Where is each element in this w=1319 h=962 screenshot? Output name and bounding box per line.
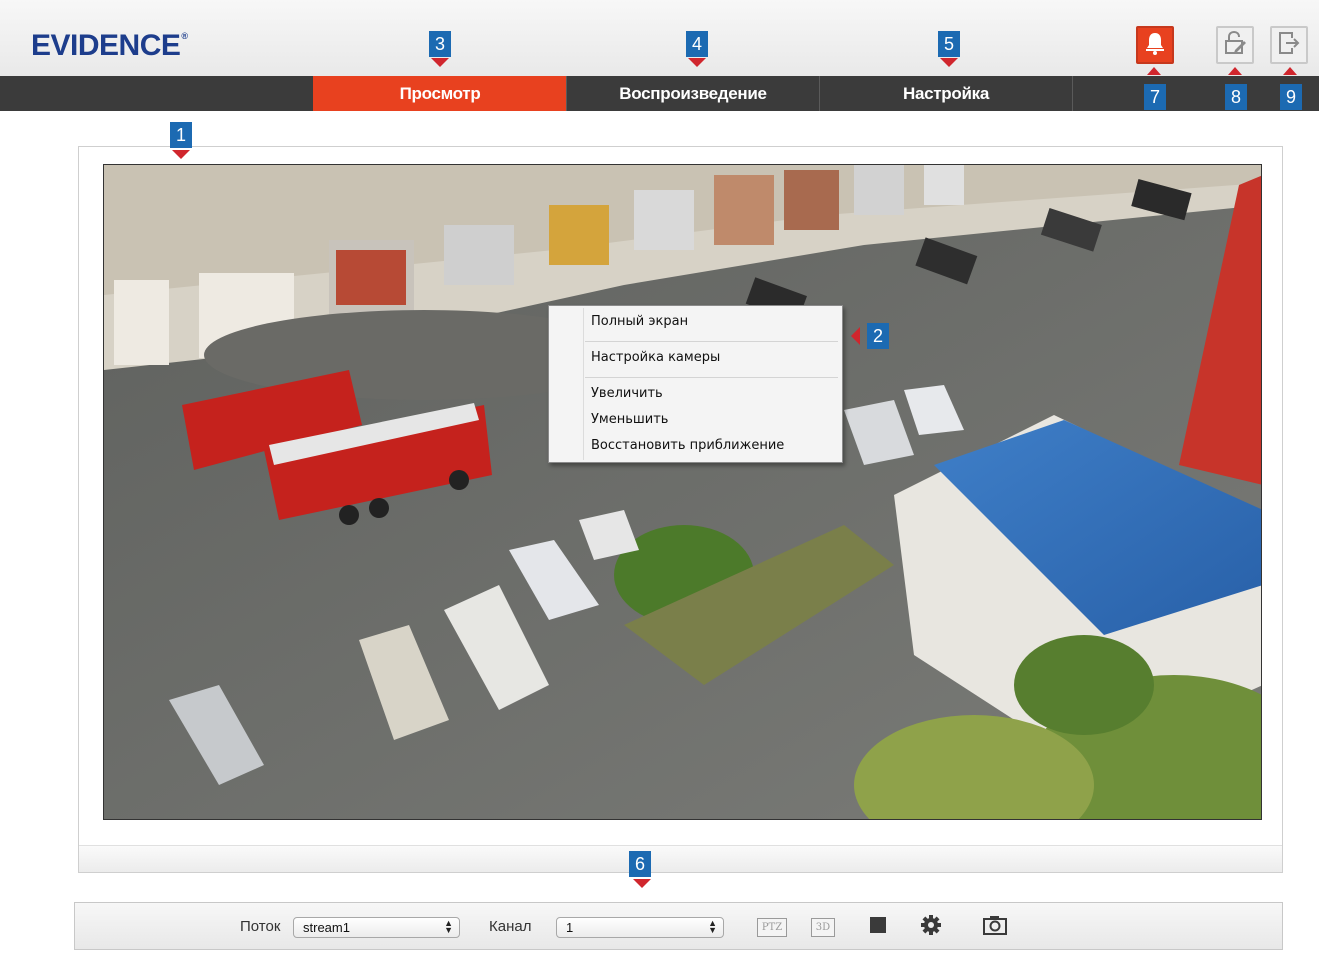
live-video-scene (104, 165, 1261, 819)
record-button[interactable] (869, 916, 887, 939)
header: EVIDENCE® (0, 0, 1319, 76)
gear-icon (921, 914, 941, 940)
snapshot-button[interactable] (983, 915, 1007, 940)
stream-select[interactable]: stream1 ▲ ▼ (293, 917, 460, 938)
menu-gutter (583, 308, 584, 460)
select-arrows-icon: ▲ ▼ (444, 918, 453, 935)
change-password-button[interactable] (1216, 26, 1254, 64)
channel-select[interactable]: 1 ▲ ▼ (556, 917, 724, 938)
tab-view[interactable]: Просмотр (313, 76, 566, 111)
callout-1: 1 (170, 122, 192, 148)
callout-3: 3 (429, 31, 451, 57)
callout-5-arrow (940, 58, 958, 67)
callout-7-arrow (1147, 67, 1161, 75)
channel-select-value: 1 (566, 920, 574, 935)
callout-1-arrow (172, 150, 190, 159)
menu-item-zoom-out[interactable]: Уменьшить (591, 409, 668, 431)
logo: EVIDENCE® (31, 29, 188, 62)
tab-playback[interactable]: Воспроизведение (566, 76, 819, 111)
callout-9-arrow (1283, 67, 1297, 75)
ptz-button[interactable]: PTZ (757, 917, 787, 937)
logout-icon (1277, 30, 1301, 61)
callout-6: 6 (629, 851, 651, 877)
bell-icon (1144, 31, 1166, 60)
video-context-menu: Полный экран Настройка камеры Увеличить … (548, 305, 843, 463)
menu-separator (585, 377, 838, 378)
stream-select-value: stream1 (303, 920, 350, 935)
callout-3-arrow (431, 58, 449, 67)
callout-8-arrow (1228, 67, 1242, 75)
callout-9: 9 (1280, 84, 1302, 110)
callout-2-arrow (851, 327, 860, 345)
stop-record-icon (869, 916, 887, 939)
callout-8: 8 (1225, 84, 1247, 110)
nav-divider (1072, 76, 1073, 111)
callout-4-arrow (688, 58, 706, 67)
ptz-icon: PTZ (757, 917, 787, 937)
select-arrows-icon: ▲ ▼ (708, 918, 717, 935)
menu-item-zoom-in[interactable]: Увеличить (591, 383, 663, 405)
callout-7: 7 (1144, 84, 1166, 110)
stream-label: Поток (240, 918, 281, 935)
menu-item-camera-settings[interactable]: Настройка камеры (591, 347, 720, 369)
channel-label: Канал (489, 918, 532, 935)
callout-4: 4 (686, 31, 708, 57)
callout-6-arrow (633, 879, 651, 888)
callout-2: 2 (867, 323, 889, 349)
menu-item-reset-zoom[interactable]: Восстановить приближение (591, 435, 784, 457)
3d-positioning-button[interactable]: 3D (811, 917, 835, 937)
camera-icon (983, 915, 1007, 940)
image-settings-button[interactable] (921, 914, 941, 940)
main-nav: Просмотр Воспроизведение Настройка (0, 76, 1319, 111)
menu-item-fullscreen[interactable]: Полный экран (591, 311, 688, 333)
app-root: EVIDENCE® Просмотр Воспроизведение Настр… (0, 0, 1319, 962)
logout-button[interactable] (1270, 26, 1308, 64)
live-video[interactable] (103, 164, 1262, 820)
menu-separator (585, 341, 838, 342)
alarm-button[interactable] (1136, 26, 1174, 64)
video-panel-footer (79, 845, 1282, 872)
callout-5: 5 (938, 31, 960, 57)
video-toolbar: Поток stream1 ▲ ▼ Канал 1 ▲ ▼ PTZ 3D (74, 902, 1283, 950)
lock-edit-icon (1223, 30, 1247, 61)
tab-settings[interactable]: Настройка (819, 76, 1072, 111)
3d-icon: 3D (811, 917, 835, 937)
